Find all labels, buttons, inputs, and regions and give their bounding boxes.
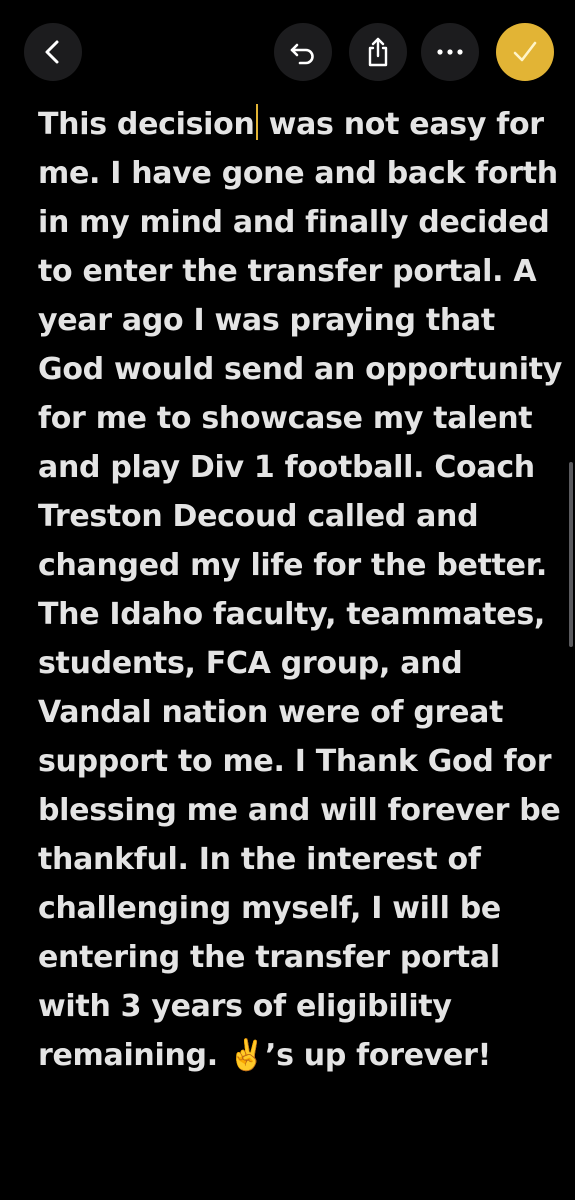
back-button[interactable] bbox=[24, 23, 82, 81]
share-icon bbox=[368, 37, 388, 67]
note-body[interactable]: This decision was not easy for me. I hav… bbox=[38, 100, 568, 1080]
more-options-button[interactable] bbox=[421, 23, 479, 81]
note-toolbar bbox=[0, 0, 575, 100]
chevron-left-icon bbox=[45, 40, 59, 64]
ellipsis-icon bbox=[437, 49, 463, 55]
share-button[interactable] bbox=[349, 23, 407, 81]
scrollbar[interactable] bbox=[569, 462, 573, 647]
undo-button[interactable] bbox=[274, 23, 332, 81]
note-text-after-cursor: was not easy for me. I have gone and bac… bbox=[38, 107, 563, 1073]
checkmark-icon bbox=[513, 41, 537, 62]
note-text-before-cursor: This decision bbox=[38, 107, 255, 142]
undo-icon bbox=[290, 43, 314, 65]
text-cursor bbox=[255, 104, 258, 140]
done-button[interactable] bbox=[496, 23, 554, 81]
